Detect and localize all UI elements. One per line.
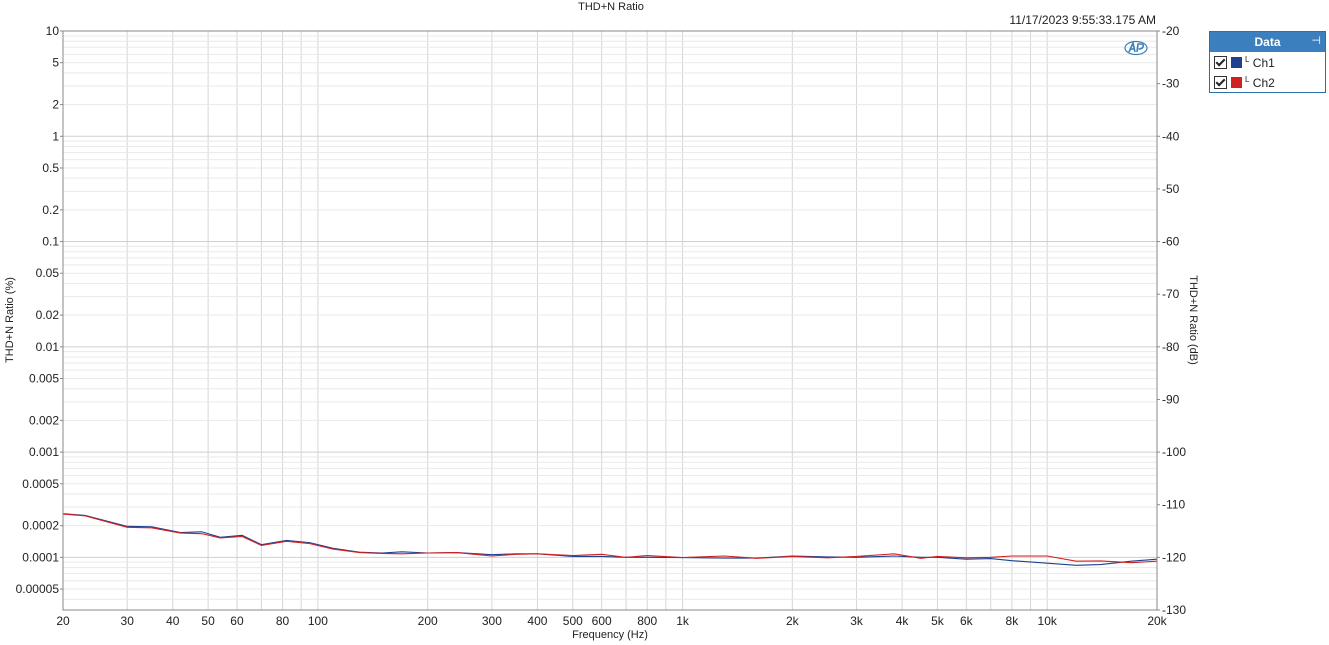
y-tick-label-left: 0.001 xyxy=(29,445,59,459)
y-tick-label-left: 10 xyxy=(46,24,60,38)
ch2-checkbox[interactable] xyxy=(1214,75,1227,89)
x-tick-label: 6k xyxy=(960,614,974,628)
x-tick-label: 2k xyxy=(786,614,800,628)
legend-item-ch2: L Ch2 xyxy=(1210,72,1325,92)
ch2-label: L Ch2 xyxy=(1245,74,1275,90)
ap-logo-icon xyxy=(1124,40,1148,56)
y-tick-label-left: 0.0001 xyxy=(22,550,59,564)
y-tick-label-right: -100 xyxy=(1162,445,1186,459)
left-axis-ticks: 10 5 2 1 0.5 0.2 0.1 0.05 0.02 0.01 0.005 0.002 0.00… xyxy=(16,24,63,596)
x-tick-label: 600 xyxy=(592,614,612,628)
x-tick-label: 8k xyxy=(1006,614,1020,628)
y-tick-label-left: 0.002 xyxy=(29,413,59,427)
y-tick-label-right: -60 xyxy=(1162,235,1180,249)
y-tick-label-left: 1 xyxy=(52,129,59,143)
y-tick-label-left: 0.01 xyxy=(36,340,60,354)
x-tick-label: 40 xyxy=(166,614,180,628)
y-tick-label-left: 0.0005 xyxy=(22,477,59,491)
legend-item-ch1: L Ch1 xyxy=(1210,52,1325,72)
x-tick-label: 500 xyxy=(563,614,583,628)
x-tick-label: 20k xyxy=(1147,614,1167,628)
y-tick-label-left: 2 xyxy=(52,98,59,112)
series-line-ch2 xyxy=(62,513,1158,564)
legend-panel: Data ⊣ L Ch1 L Ch2 xyxy=(1209,31,1326,93)
x-tick-label: 300 xyxy=(482,614,502,628)
y-tick-label-left: 0.0002 xyxy=(22,519,59,533)
ch1-color-swatch xyxy=(1231,56,1242,68)
x-tick-label: 200 xyxy=(418,614,438,628)
x-tick-label: 50 xyxy=(201,614,215,628)
y-tick-label-right: -110 xyxy=(1162,498,1185,512)
x-tick-label: 400 xyxy=(527,614,547,628)
x-tick-label: 4k xyxy=(896,614,910,628)
y-tick-label-right: -90 xyxy=(1162,392,1180,406)
x-axis-ticks: 20 30 40 50 60 80 100 200 300 400 500 600 800 1k 2k 3k 4… xyxy=(56,614,1167,628)
x-tick-label: 80 xyxy=(276,614,290,628)
y-tick-label-left: 0.2 xyxy=(42,203,59,217)
y-tick-label-left: 0.02 xyxy=(36,308,60,322)
legend-title: Data xyxy=(1254,35,1281,49)
ch2-color-swatch xyxy=(1231,76,1242,88)
y-tick-label-right: -20 xyxy=(1162,24,1180,38)
x-tick-label: 30 xyxy=(121,614,135,628)
y-axis-title-left: THD+N Ratio (%) xyxy=(4,277,16,363)
y-tick-label-right: -50 xyxy=(1162,182,1180,196)
x-tick-label: 20 xyxy=(56,614,70,628)
y-tick-label-right: -70 xyxy=(1162,287,1180,301)
x-tick-label: 3k xyxy=(850,614,864,628)
y-tick-label-left: 0.1 xyxy=(42,235,59,249)
ch1-label: L Ch1 xyxy=(1245,54,1275,70)
x-tick-label: 1k xyxy=(676,614,690,628)
plot-frame xyxy=(62,30,1158,611)
timestamp: 11/17/2023 9:55:33.175 AM xyxy=(1009,13,1156,27)
x-tick-label: 100 xyxy=(308,614,328,628)
ch1-checkbox[interactable] xyxy=(1214,55,1227,69)
x-tick-label: 800 xyxy=(637,614,657,628)
y-tick-label-right: -120 xyxy=(1162,550,1186,564)
grid xyxy=(62,30,1158,610)
right-axis-ticks: -20-30-40-50-60-70-80-90-100-110-120-130 xyxy=(1157,24,1186,617)
pin-icon[interactable]: ⊣ xyxy=(1311,34,1321,47)
y-axis-title-right: THD+N Ratio (dB) xyxy=(1187,275,1199,365)
chart-title: THD+N Ratio xyxy=(578,1,644,13)
x-tick-label: 10k xyxy=(1038,614,1058,628)
y-tick-label-left: 5 xyxy=(52,56,59,70)
y-tick-label-left: 0.00005 xyxy=(16,582,60,596)
y-tick-label-right: -80 xyxy=(1162,340,1180,354)
legend-header: Data ⊣ xyxy=(1210,32,1325,52)
y-tick-label-right: -30 xyxy=(1162,77,1180,91)
y-tick-label-left: 0.5 xyxy=(42,161,59,175)
x-tick-label: 60 xyxy=(230,614,244,628)
y-tick-label-right: -40 xyxy=(1162,129,1180,143)
x-tick-label: 5k xyxy=(931,614,945,628)
x-axis-title: Frequency (Hz) xyxy=(572,629,648,641)
thdn-chart: THD+N Ratio 10 5 2 1 0.5 0.2 0.1 0.05 0.02 0.01 0.… xyxy=(4,1,1199,641)
y-tick-label-left: 0.05 xyxy=(36,266,60,280)
y-tick-label-left: 0.005 xyxy=(29,372,59,386)
